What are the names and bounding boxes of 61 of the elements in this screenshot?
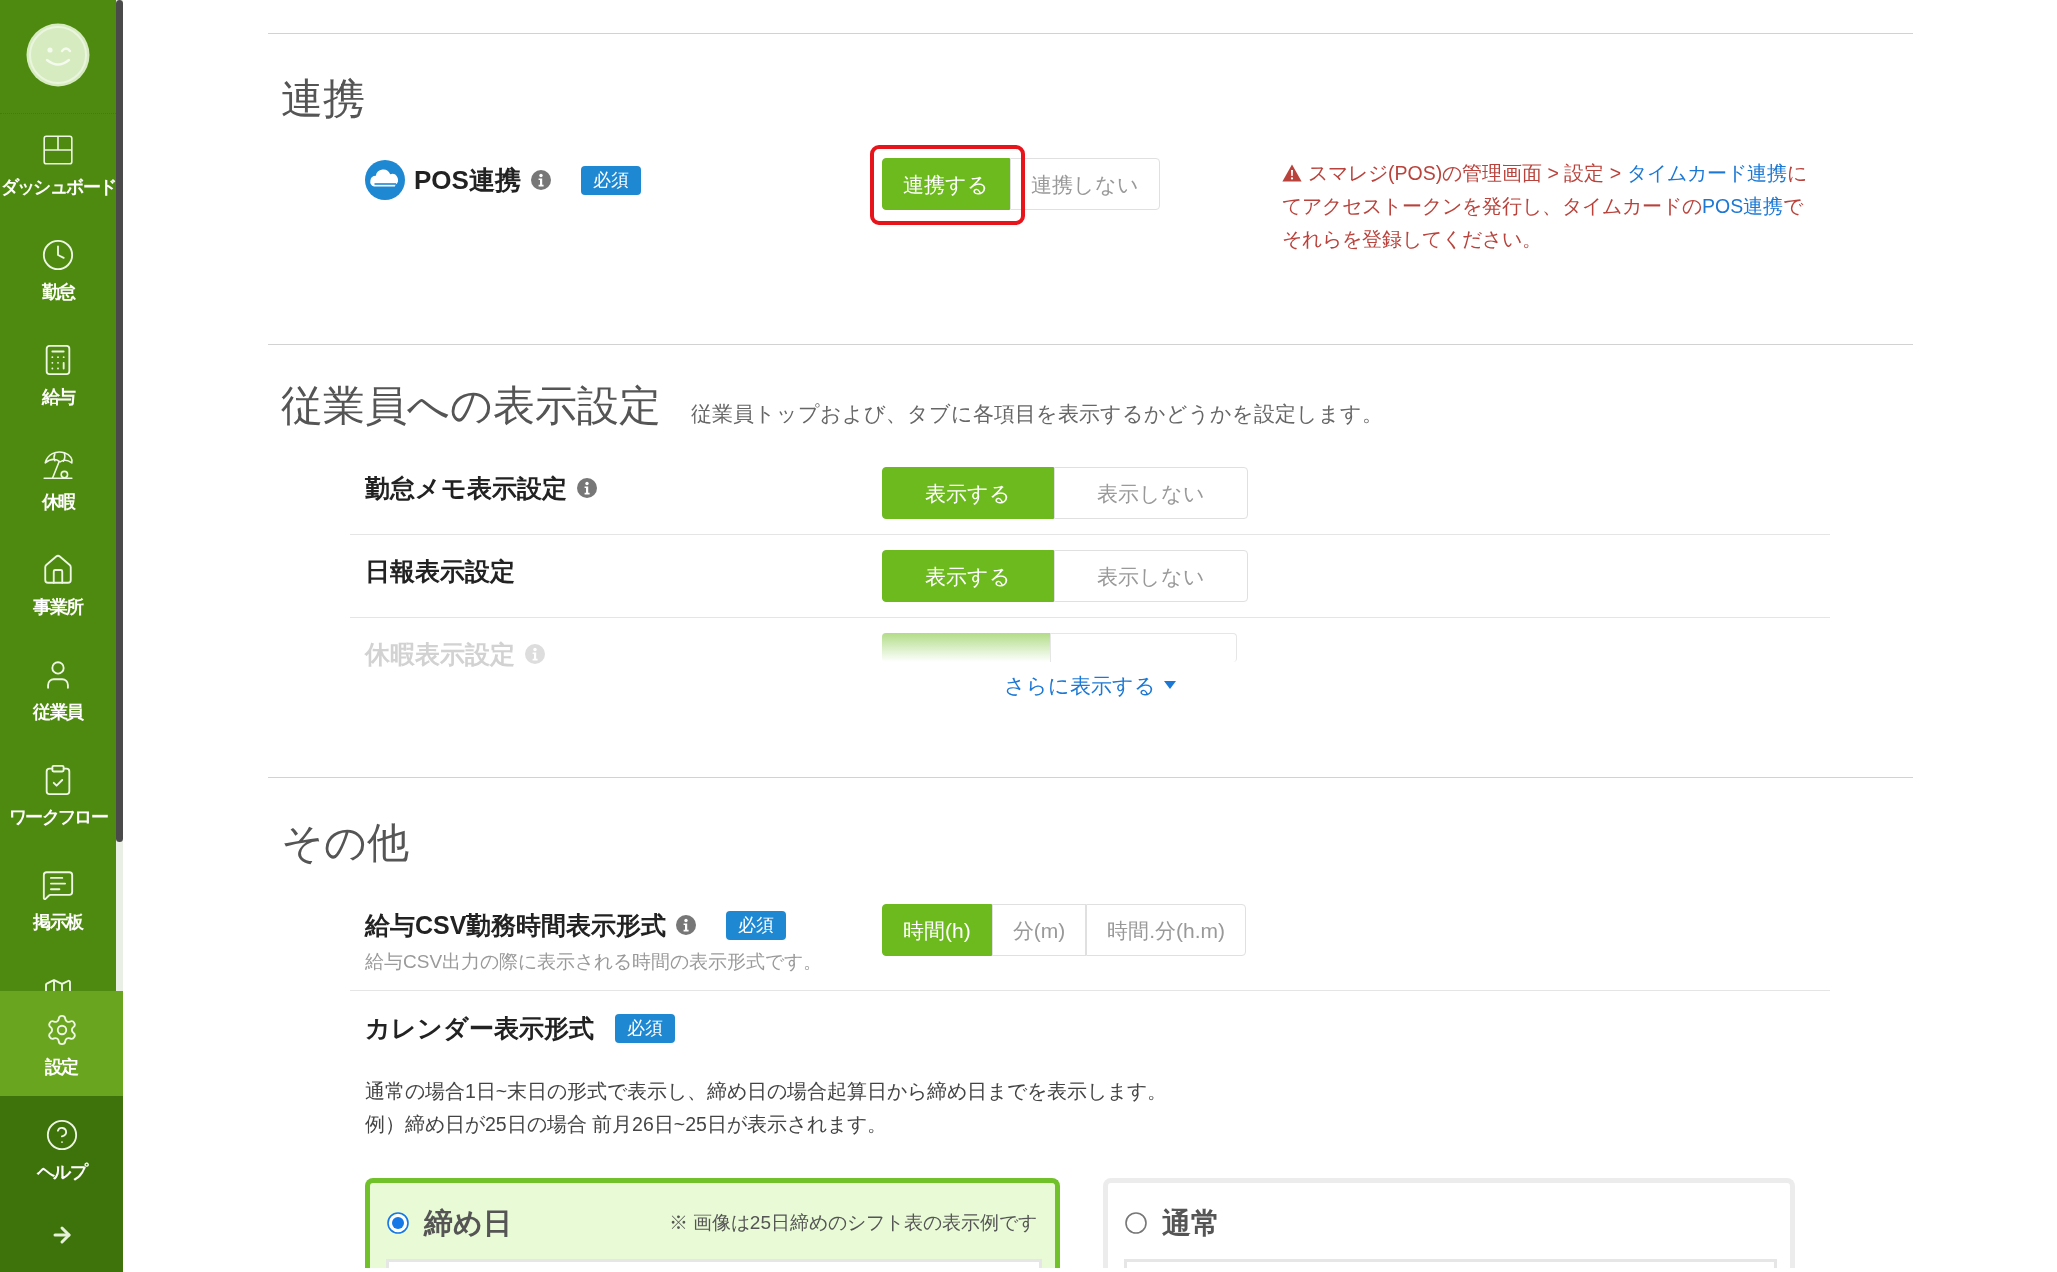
cloud-icon [365, 160, 405, 200]
toggle-button[interactable]: 分(m) [991, 904, 1087, 956]
section-description: 従業員トップおよび、タブに各項目を表示するかどうかを設定します。 [691, 403, 1383, 427]
required-badge: 必須 [615, 1013, 675, 1043]
scrollbar-thumb[interactable] [116, 0, 123, 842]
sidebar-item[interactable]: ワークフロー [0, 744, 116, 849]
setting-label: 給与CSV勤務時間表示形式 [365, 910, 667, 940]
description-text: 例）締め日が25日の場合 前月26日~25日が表示されます。 [365, 1112, 888, 1137]
toggle-button[interactable]: 表示する [882, 550, 1054, 602]
toggle-button[interactable]: 表示しない [1054, 467, 1248, 519]
link[interactable]: POS連携 [1702, 195, 1784, 217]
setting-label: カレンダー表示形式 [365, 1013, 594, 1043]
sidebar-item[interactable]: ダッシュボード [0, 114, 116, 219]
warning-icon [1282, 164, 1302, 182]
toggle-button[interactable]: 時間(h) [882, 904, 992, 956]
help-icon [44, 1118, 79, 1152]
toggle-button[interactable]: 連携しない [1010, 158, 1160, 210]
sidebar-item[interactable]: 勤怠 [0, 219, 116, 324]
option-label: 通常 [1162, 1208, 1220, 1238]
dashboard-icon [41, 133, 75, 167]
setting-hint: 給与CSV出力の際に表示される時間の表示形式です。 [365, 950, 824, 974]
info-icon[interactable] [530, 170, 551, 190]
sidebar-item[interactable]: 従業員 [0, 639, 116, 744]
required-badge: 必須 [726, 910, 787, 940]
radio-button[interactable] [387, 1212, 409, 1234]
option-card[interactable]: 締め日 ※ 画像は25日締めのシフト表の表示例です [365, 1178, 1060, 1268]
sidebar-item[interactable]: 設定 [0, 991, 123, 1096]
section-title: その他 [281, 822, 409, 864]
description-text: 通常の場合1日~末日の形式で表示し、締め日の場合起算日から締め日までを表示します。 [365, 1079, 1169, 1104]
show-more-link[interactable]: さらに表示する [1004, 671, 1176, 699]
section-title: 連携 [281, 78, 365, 120]
setting-label: 日報表示設定 [365, 556, 515, 586]
toggle-button[interactable] [1050, 633, 1237, 662]
warning-message: スマレジ(POS)の管理画面 > 設定 > タイムカード連携にてアクセストークンを発行し、タイムカードのPOS連携でそれらを登録してください。 [1282, 161, 1808, 252]
radio-button[interactable] [1125, 1212, 1147, 1234]
setting-label: 勤怠メモ表示設定 [365, 473, 567, 503]
option-label: 締め日 [424, 1208, 512, 1238]
house-icon [41, 553, 75, 587]
option-card[interactable]: 通常 [1103, 1178, 1795, 1268]
toggle-button[interactable] [882, 633, 1050, 662]
info-icon[interactable] [676, 915, 697, 935]
toggle-button[interactable]: 表示しない [1054, 550, 1248, 602]
message-icon [41, 868, 75, 902]
clock-icon [41, 238, 75, 272]
info-icon[interactable] [577, 478, 597, 498]
smiley-avatar[interactable] [26, 23, 90, 87]
beach-umbrella-icon [41, 448, 75, 482]
required-badge: 必須 [580, 165, 641, 195]
toggle-button[interactable]: 表示する [882, 467, 1054, 519]
sidebar-item[interactable]: 事業所 [0, 534, 116, 639]
setting-label: POS連携 [414, 165, 521, 195]
toggle-button[interactable]: 連携する [882, 158, 1010, 210]
map-icon[interactable] [42, 976, 74, 991]
note-text: ※ 画像は25日締めのシフト表の表示例です [668, 1211, 1037, 1235]
caret-down-icon [1164, 681, 1176, 689]
toggle-button[interactable]: 時間.分(h.m) [1086, 904, 1246, 956]
sidebar-item[interactable]: 掲示板 [0, 849, 116, 954]
sidebar-item[interactable]: 休暇 [0, 429, 116, 534]
section-title: 従業員への表示設定 [281, 385, 661, 427]
sidebar-item[interactable]: 給与 [0, 324, 116, 429]
link[interactable]: タイムカード連携 [1626, 162, 1787, 184]
